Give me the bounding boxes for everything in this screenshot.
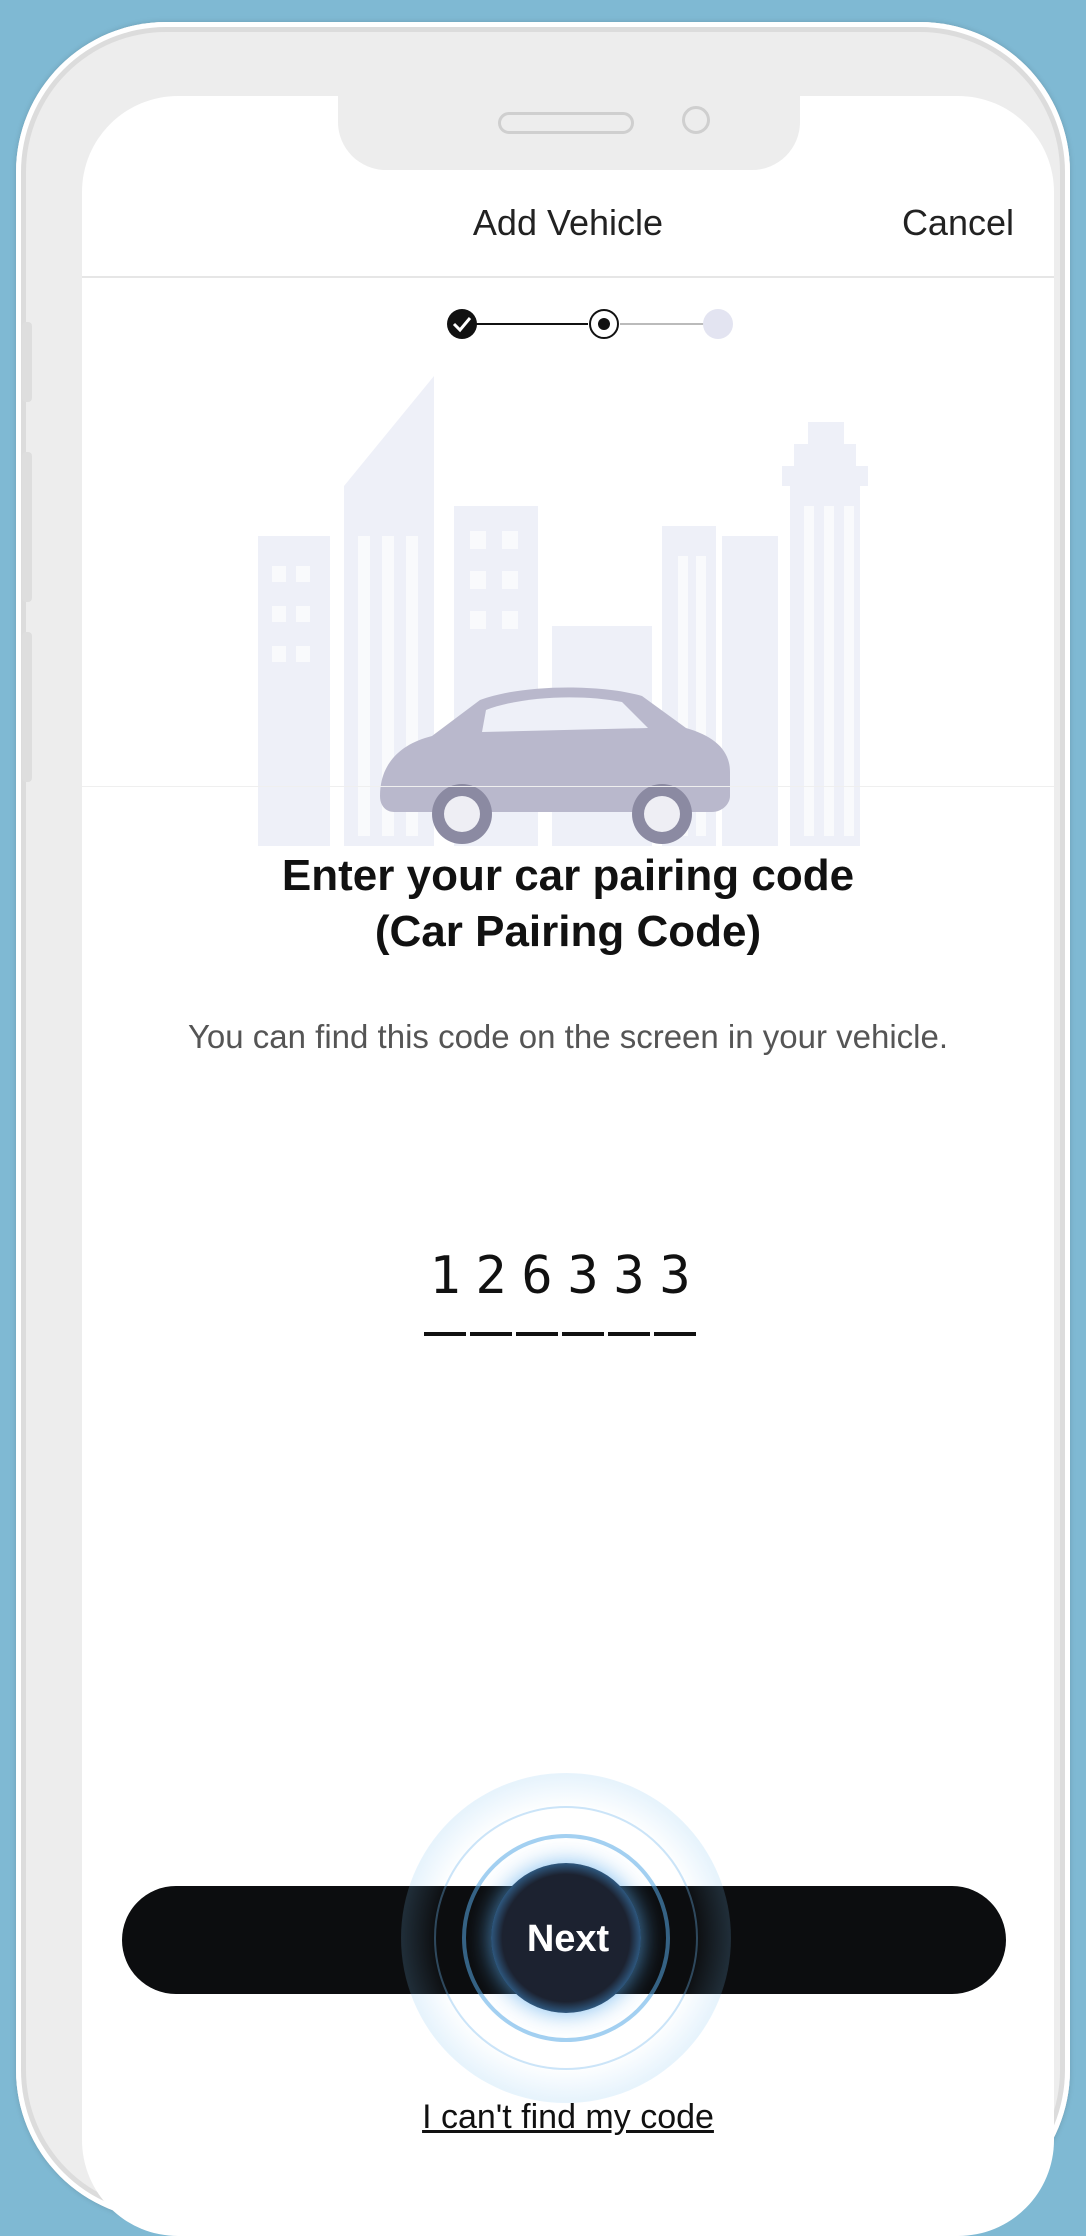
code-digit[interactable]: 2 [470,1246,512,1336]
progress-stepper [447,309,733,339]
phone-frame: Add Vehicle Cancel Enter your car pairin… [16,22,1070,2236]
code-digit[interactable]: 3 [654,1246,696,1336]
code-digit[interactable]: 3 [562,1246,604,1336]
speaker-grille [498,112,634,134]
volume-down-button [22,632,32,782]
illustration-divider [82,786,1054,787]
step-upcoming-icon [703,309,733,339]
code-digit[interactable]: 3 [608,1246,650,1336]
code-digit[interactable]: 6 [516,1246,558,1336]
step-current-icon [589,309,619,339]
code-digit[interactable]: 1 [424,1246,466,1336]
volume-up-button [22,452,32,602]
step-complete-icon [447,309,477,339]
app-screen: Add Vehicle Cancel Enter your car pairin… [82,96,1054,2236]
city-car-illustration [258,376,868,846]
phone-notch [338,96,800,170]
pairing-instructions: You can find this code on the screen in … [187,1018,949,1055]
pairing-code-input[interactable]: 1 2 6 3 3 3 [424,1246,696,1336]
cant-find-code-link[interactable]: I can't find my code [82,2098,1054,2137]
pairing-heading-line1: Enter your car pairing code [281,851,855,900]
front-camera [682,106,710,134]
pairing-heading: Enter your car pairing code (Car Pairing… [82,848,1054,960]
header-divider [82,276,1054,278]
cancel-button[interactable]: Cancel [902,202,1014,244]
next-button-label[interactable]: Next [82,1918,1054,1961]
mute-switch [22,322,32,402]
pairing-heading-line2: (Car Pairing Code) [374,907,762,956]
